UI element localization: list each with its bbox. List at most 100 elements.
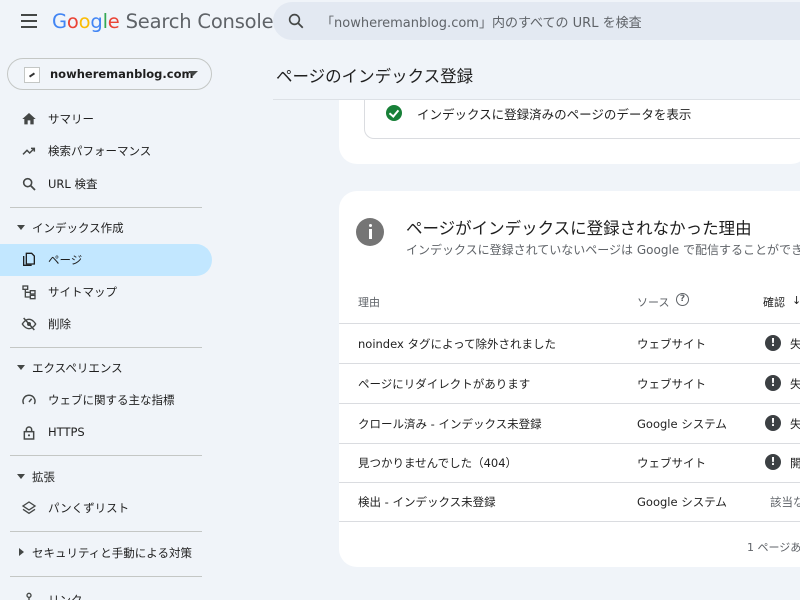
search-placeholder: 「nowheremanblog.com」内のすべての URL を検査 <box>321 16 642 31</box>
source-cell: ウェブサイト <box>637 456 706 470</box>
menu-icon[interactable] <box>21 14 37 28</box>
table-row[interactable]: noindex タグによって除外されました ウェブサイト ! 失 <box>339 324 800 364</box>
table-row[interactable]: クロール済み - インデックス未登録 Google システム ! 失 <box>339 404 800 444</box>
app-logo[interactable]: Google Search Console <box>52 10 274 33</box>
sidebar-item-label: サマリー <box>48 112 94 126</box>
sidebar-item-label: パンくずリスト <box>48 501 130 515</box>
links-icon <box>26 592 32 600</box>
info-icon <box>356 218 384 246</box>
sort-down-icon[interactable]: ↓ <box>792 294 800 307</box>
section-label: エクスペリエンス <box>32 361 123 375</box>
sidebar-divider <box>10 455 202 456</box>
view-indexed-pages-label: インデックスに登録済みのページのデータを表示 <box>417 107 692 122</box>
collapse-arrow-icon <box>17 365 25 370</box>
layers-icon <box>21 501 37 515</box>
table-row[interactable]: 見つかりませんでした（404） ウェブサイト ! 開 <box>339 443 800 483</box>
reason-cell: 見つかりませんでした（404） <box>358 456 518 470</box>
sidebar-divider <box>10 576 202 577</box>
sidebar-item-label: 検索パフォーマンス <box>48 144 152 158</box>
pages-icon <box>23 252 35 266</box>
logo-letter: o <box>78 10 91 33</box>
dropdown-arrow-icon <box>188 71 198 76</box>
sidebar-item-label: サイトマップ <box>48 285 117 299</box>
alert-icon: ! <box>765 335 781 351</box>
sidebar-divider <box>10 207 202 208</box>
alert-icon: ! <box>765 415 781 431</box>
sidebar-item-core-web-vitals[interactable]: ウェブに関する主な指標 <box>0 384 212 416</box>
check-circle-icon <box>386 105 402 121</box>
sidebar-item-performance[interactable]: 検索パフォーマンス <box>0 135 212 167</box>
column-header-reason[interactable]: 理由 <box>358 294 380 310</box>
sidebar-section-indexing[interactable]: インデックス作成 <box>0 216 212 240</box>
source-cell: Google システム <box>637 495 727 509</box>
card-title: ページがインデックスに登録されなかった理由 <box>406 219 752 238</box>
section-label: インデックス作成 <box>32 221 124 235</box>
alert-icon: ! <box>765 454 781 470</box>
sitemap-icon <box>22 285 36 300</box>
property-name: nowheremanblog.com <box>50 67 194 81</box>
app-name-suffix: Search Console <box>125 10 274 33</box>
sidebar-section-security[interactable]: セキュリティと手動による対策 <box>0 541 212 565</box>
sidebar-item-https[interactable]: HTTPS <box>0 417 212 449</box>
table-row[interactable]: 検出 - インデックス未登録 Google システム 該当な <box>339 482 800 522</box>
pagination-rows-per-page[interactable]: 1 ページあ <box>747 539 800 555</box>
reason-cell: クロール済み - インデックス未登録 <box>358 417 542 431</box>
alert-icon: ! <box>765 375 781 391</box>
sidebar-item-sitemaps[interactable]: サイトマップ <box>0 276 212 308</box>
url-inspect-search-bar[interactable]: 「nowheremanblog.com」内のすべての URL を検査 <box>273 2 800 40</box>
trending-up-icon <box>22 147 36 155</box>
home-icon <box>22 113 36 125</box>
collapse-arrow-icon <box>17 474 25 479</box>
search-icon <box>22 177 36 191</box>
column-header-source[interactable]: ソース <box>637 294 669 310</box>
sidebar-divider <box>10 531 202 532</box>
sidebar-item-url-inspection[interactable]: URL 検査 <box>0 168 212 200</box>
sidebar-item-label: HTTPS <box>48 425 85 439</box>
sidebar-item-summary[interactable]: サマリー <box>0 103 212 135</box>
sidebar-item-links[interactable]: リンク <box>0 584 212 600</box>
source-cell: ウェブサイト <box>637 377 706 391</box>
view-indexed-pages-link[interactable]: インデックスに登録済みのページのデータを表示 <box>364 100 800 139</box>
logo-letter: o <box>66 10 79 33</box>
section-label: 拡張 <box>32 470 55 484</box>
logo-letter: G <box>52 10 67 33</box>
validation-cell: 失 <box>790 417 800 431</box>
card-subtitle: インデックスに登録されていないページは Google で配信することができ <box>406 243 800 257</box>
source-cell: ウェブサイト <box>637 337 706 351</box>
sidebar-item-label: リンク <box>48 593 83 600</box>
page-title: ページのインデックス登録 <box>276 67 474 86</box>
sidebar-divider <box>10 347 202 348</box>
expand-arrow-icon <box>19 548 24 556</box>
source-cell: Google システム <box>637 417 727 431</box>
table-row[interactable]: ページにリダイレクトがあります ウェブサイト ! 失 <box>339 364 800 404</box>
speed-icon <box>22 394 36 405</box>
reason-cell: ページにリダイレクトがあります <box>358 377 531 391</box>
site-favicon-icon <box>24 67 40 83</box>
sidebar-item-breadcrumbs[interactable]: パンくずリスト <box>0 492 212 524</box>
lock-icon <box>23 426 35 440</box>
sidebar-item-removals[interactable]: 削除 <box>0 308 212 340</box>
indexed-pages-card: インデックスに登録済みのページのデータを表示 <box>339 100 800 164</box>
sidebar-section-enhancements[interactable]: 拡張 <box>0 465 212 489</box>
visibility-off-icon <box>21 317 37 331</box>
collapse-arrow-icon <box>17 225 25 230</box>
validation-cell: 開 <box>790 456 800 470</box>
sidebar-item-label: URL 検査 <box>48 177 98 191</box>
sidebar-item-label: ページ <box>48 253 83 267</box>
sidebar-item-label: ウェブに関する主な指標 <box>48 393 175 407</box>
reason-cell: 検出 - インデックス未登録 <box>358 495 496 509</box>
validation-cell: 失 <box>790 377 800 391</box>
section-label: セキュリティと手動による対策 <box>32 546 192 560</box>
property-selector[interactable]: nowheremanblog.com <box>7 58 212 90</box>
sidebar-item-label: 削除 <box>48 317 71 331</box>
column-header-validation[interactable]: 確認 <box>763 294 785 310</box>
help-icon[interactable]: ? <box>676 293 689 306</box>
sidebar-item-pages[interactable]: ページ <box>0 244 212 276</box>
validation-cell: 失 <box>790 337 800 351</box>
reason-cell: noindex タグによって除外されました <box>358 337 557 351</box>
logo-letter: g <box>90 10 103 33</box>
logo-letter: e <box>107 10 120 33</box>
sidebar-section-experience[interactable]: エクスペリエンス <box>0 356 212 380</box>
search-icon <box>288 13 304 29</box>
validation-cell: 該当な <box>770 495 800 509</box>
